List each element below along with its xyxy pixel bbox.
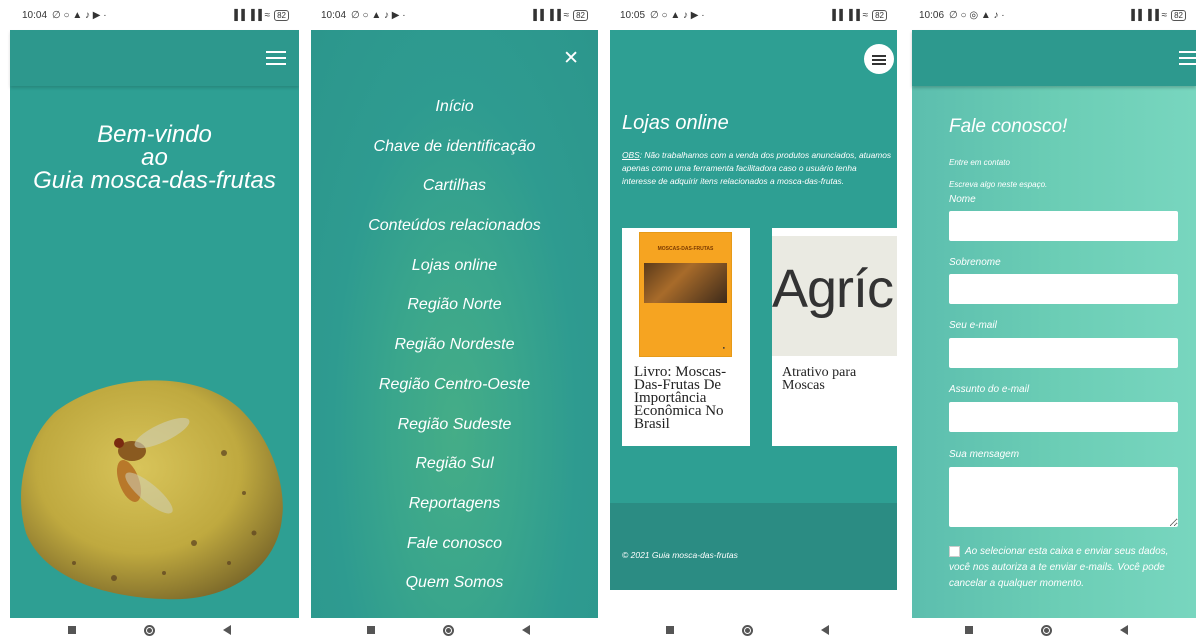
system-nav-bar [897, 618, 1196, 642]
back-icon[interactable] [821, 625, 829, 635]
contact-instruction: Escreva algo neste espaço. [949, 180, 1048, 189]
home-icon[interactable] [742, 624, 753, 636]
consent-text: Ao selecionar esta caixa e enviar seus d… [949, 546, 1169, 589]
publisher-logo-icon: ● [722, 345, 725, 350]
sobrenome-field[interactable] [949, 274, 1178, 304]
field-label-nome: Nome [949, 194, 976, 205]
clock: 10:05 [620, 9, 646, 21]
menu-item-fale-conosco[interactable]: Fale conosco [311, 529, 598, 569]
menu-item-sul[interactable]: Região Sul [311, 449, 598, 489]
signal-icon: ▐▐ ▐▐ ≈ [529, 9, 570, 21]
menu-item-inicio[interactable]: Início [311, 92, 598, 132]
signal-icon: ▐▐ ▐▐ ≈ [828, 9, 869, 21]
screen-home: 10:04 ∅ ○ ▲ ♪ ▶ · ▐▐ ▐▐ ≈82 Bem-vindo ao … [0, 0, 299, 642]
back-icon[interactable] [522, 625, 530, 635]
field-label-sobrenome: Sobrenome [949, 257, 1001, 268]
battery-icon: 82 [274, 9, 289, 21]
assunto-field[interactable] [949, 402, 1178, 432]
system-nav-bar [598, 618, 897, 642]
back-icon[interactable] [223, 625, 231, 635]
field-label-mensagem: Sua mensagem [949, 449, 1020, 460]
app-bar [10, 30, 299, 86]
menu-item-cartilhas[interactable]: Cartilhas [311, 171, 598, 211]
menu-item-quem-somos[interactable]: Quem Somos [311, 568, 598, 608]
home-icon[interactable] [1041, 624, 1052, 636]
product-title: Livro: Moscas-Das-Frutas De Importância … [634, 364, 727, 432]
battery-icon: 82 [872, 9, 887, 21]
product-image-text: Agríc [772, 259, 894, 319]
welcome-line-2: ao [141, 144, 168, 171]
page-title: Fale conosco! [949, 116, 1068, 137]
field-label-email: Seu e-mail [949, 320, 997, 331]
notification-icons: ∅ ○ ▲ ♪ ▶ · [351, 9, 406, 21]
status-bar: 10:04 ∅ ○ ▲ ♪ ▶ · ▐▐ ▐▐ ≈82 [299, 0, 598, 30]
product-card-attractant[interactable]: Agríc Atrativo para Moscas [772, 228, 897, 446]
clock: 10:04 [22, 9, 48, 21]
menu-item-norte[interactable]: Região Norte [311, 290, 598, 330]
mensagem-field[interactable] [949, 467, 1178, 527]
notification-icons: ∅ ○ ▲ ♪ ▶ · [52, 9, 107, 21]
back-icon[interactable] [1120, 625, 1128, 635]
signal-icon: ▐▐ ▐▐ ≈ [230, 9, 271, 21]
obs-label: OBS [622, 150, 640, 160]
disclaimer-text: OBS: Não trabalhamos com a venda dos pro… [622, 149, 892, 188]
field-label-assunto: Assunto do e-mail [949, 384, 1030, 395]
signal-icon: ▐▐ ▐▐ ≈ [1127, 9, 1168, 21]
battery-icon: 82 [1171, 9, 1186, 21]
menu-item-reportagens[interactable]: Reportagens [311, 489, 598, 529]
welcome-line-1: Bem-vindo [97, 121, 212, 148]
welcome-line-3: Guia mosca-das-frutas [33, 167, 276, 194]
product-title: Atrativo para Moscas [782, 365, 857, 393]
status-bar: 10:04 ∅ ○ ▲ ♪ ▶ · ▐▐ ▐▐ ≈82 [0, 0, 299, 30]
system-nav-bar [299, 618, 598, 642]
battery-icon: 82 [573, 9, 588, 21]
footer [610, 503, 897, 590]
menu-item-lojas[interactable]: Lojas online [311, 251, 598, 291]
hamburger-menu-icon[interactable] [266, 51, 286, 65]
page-title: Lojas online [622, 112, 729, 134]
home-icon[interactable] [443, 624, 454, 636]
book-cover-image: MOSCAS-DAS-FRUTAS ● [639, 232, 732, 357]
notification-icons: ∅ ○ ◎ ▲ ♪ · [949, 9, 1005, 21]
menu-item-sudeste[interactable]: Região Sudeste [311, 410, 598, 450]
recents-icon[interactable] [367, 626, 375, 634]
email-field[interactable] [949, 338, 1178, 368]
screen-menu: 10:04 ∅ ○ ▲ ♪ ▶ · ▐▐ ▐▐ ≈82 ✕ Início Chav… [299, 0, 598, 642]
recents-icon[interactable] [68, 626, 76, 634]
recents-icon[interactable] [965, 626, 973, 634]
book-cover-photo [644, 263, 727, 303]
menu-item-conteudos[interactable]: Conteúdos relacionados [311, 211, 598, 251]
nav-menu: Início Chave de identificação Cartilhas … [311, 92, 598, 608]
product-image: Agríc [772, 236, 897, 356]
home-icon[interactable] [144, 624, 155, 636]
welcome-heading: Bem-vindo ao Guia mosca-das-frutas [10, 121, 299, 194]
menu-item-centro-oeste[interactable]: Região Centro-Oeste [311, 370, 598, 410]
obs-body: : Não trabalhamos com a venda dos produt… [622, 150, 892, 186]
notification-icons: ∅ ○ ▲ ♪ ▶ · [650, 9, 705, 21]
product-card-book[interactable]: MOSCAS-DAS-FRUTAS ● Livro: Moscas-Das-Fr… [622, 228, 750, 446]
screen-fale-conosco: 10:06 ∅ ○ ◎ ▲ ♪ · ▐▐ ▐▐ ≈82 Fale conosco!… [897, 0, 1196, 642]
menu-item-nordeste[interactable]: Região Nordeste [311, 330, 598, 370]
app-bar [912, 30, 1196, 86]
fruit-fly-on-guava-image [21, 380, 283, 600]
close-icon[interactable]: ✕ [563, 47, 579, 70]
menu-item-chave[interactable]: Chave de identificação [311, 132, 598, 172]
copyright-text: © 2021 Guia mosca-das-frutas [622, 550, 738, 560]
status-bar: 10:06 ∅ ○ ◎ ▲ ♪ · ▐▐ ▐▐ ≈82 [897, 0, 1196, 30]
clock: 10:06 [919, 9, 945, 21]
system-nav-bar [0, 618, 299, 642]
screen-lojas-online: 10:05 ∅ ○ ▲ ♪ ▶ · ▐▐ ▐▐ ≈82 Lojas online … [598, 0, 897, 642]
contact-subtitle: Entre em contato [949, 158, 1010, 167]
clock: 10:04 [321, 9, 347, 21]
status-bar: 10:05 ∅ ○ ▲ ♪ ▶ · ▐▐ ▐▐ ≈82 [598, 0, 897, 30]
nome-field[interactable] [949, 211, 1178, 241]
hamburger-menu-icon[interactable] [872, 55, 886, 65]
hamburger-menu-icon[interactable] [1179, 51, 1196, 65]
recents-icon[interactable] [666, 626, 674, 634]
book-cover-title: MOSCAS-DAS-FRUTAS [657, 246, 714, 252]
